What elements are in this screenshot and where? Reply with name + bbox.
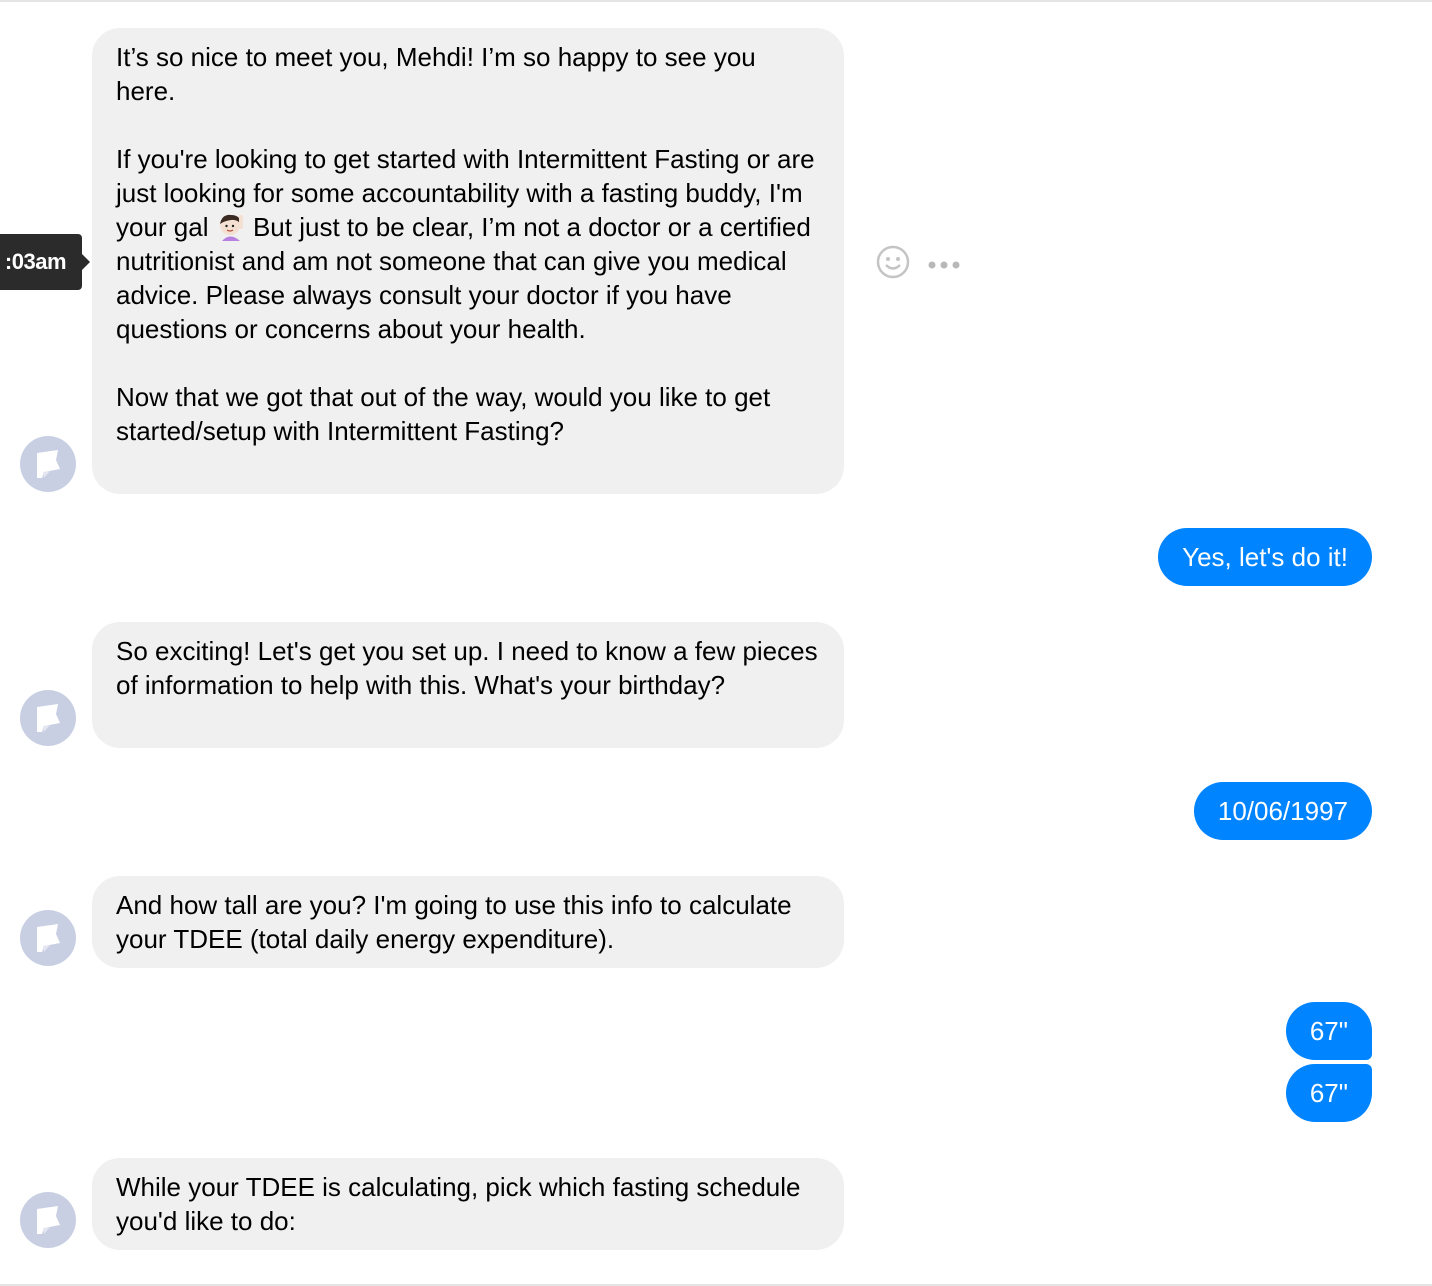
intro-paragraph-1: It’s so nice to meet you, Mehdi! I’m so … bbox=[116, 42, 763, 106]
woman-raising-hand-emoji-icon bbox=[216, 212, 246, 242]
user-reply-height-1[interactable]: 67" bbox=[1285, 1002, 1372, 1060]
bot-message-schedule[interactable]: While your TDEE is calculating, pick whi… bbox=[92, 1158, 844, 1250]
smiley-face-icon[interactable] bbox=[876, 245, 910, 284]
birthday-question: So exciting! Let's get you set up. I nee… bbox=[116, 636, 825, 700]
more-options-icon[interactable] bbox=[927, 257, 961, 275]
bot-message-birthday[interactable]: So exciting! Let's get you set up. I nee… bbox=[92, 622, 844, 748]
intro-paragraph-3: Now that we got that out of the way, wou… bbox=[116, 382, 778, 446]
timestamp-tooltip: :03am bbox=[0, 234, 82, 290]
schedule-question: While your TDEE is calculating, pick whi… bbox=[116, 1172, 808, 1236]
bot-message-intro[interactable]: It’s so nice to meet you, Mehdi! I’m so … bbox=[92, 28, 844, 494]
bot-avatar-flag-icon[interactable] bbox=[20, 910, 76, 966]
height-question: And how tall are you? I'm going to use t… bbox=[116, 890, 799, 954]
bot-message-height[interactable]: And how tall are you? I'm going to use t… bbox=[92, 876, 844, 968]
bot-avatar-flag-icon[interactable] bbox=[20, 690, 76, 746]
bot-avatar-flag-icon[interactable] bbox=[20, 1192, 76, 1248]
bot-avatar-flag-icon[interactable] bbox=[20, 436, 76, 492]
user-reply-yes[interactable]: Yes, let's do it! bbox=[1158, 528, 1372, 586]
chat-thread: :03am It’s so nice to meet you, Mehdi! I… bbox=[0, 0, 1432, 1286]
tooltip-arrow bbox=[82, 254, 90, 270]
user-reply-height-2[interactable]: 67" bbox=[1285, 1064, 1372, 1122]
user-reply-birthday[interactable]: 10/06/1997 bbox=[1193, 782, 1372, 840]
